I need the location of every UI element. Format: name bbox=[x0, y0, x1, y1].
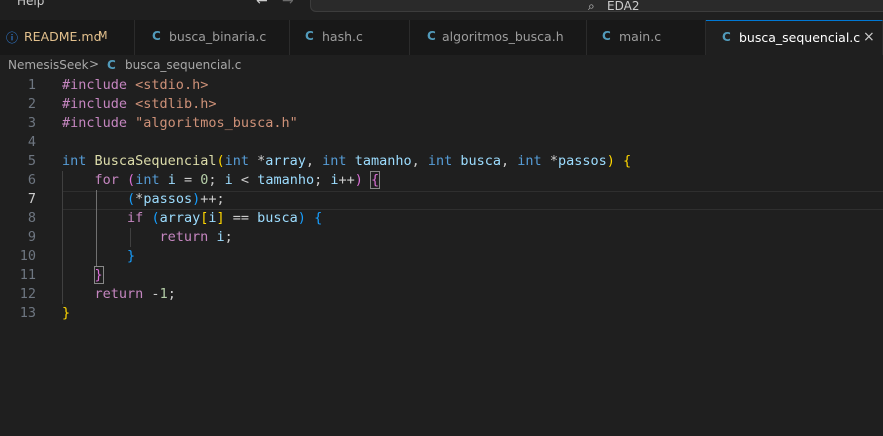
line-number: 7 bbox=[27, 191, 36, 207]
code-text: (*passos)++; bbox=[127, 191, 225, 207]
code-line-2: 2 #include <stdlib.h> bbox=[0, 95, 883, 114]
code-line-7: 7 (*passos)++; bbox=[0, 190, 883, 209]
code-text: int BuscaSequencial(int *array, int tama… bbox=[62, 153, 632, 169]
line-number: 9 bbox=[27, 229, 36, 245]
tab-label: hash.c bbox=[322, 29, 363, 44]
code-text: #include "algoritmos_busca.h" bbox=[62, 115, 298, 131]
line-number: 12 bbox=[19, 286, 36, 302]
command-center[interactable]: ⌕ EDA2 bbox=[310, 0, 883, 13]
tab-hash[interactable]: C hash.c bbox=[290, 20, 410, 55]
c-file-icon: C bbox=[427, 29, 436, 43]
code-line-6: 6 for (int i = 0; i < tamanho; i++) { bbox=[0, 171, 883, 190]
menu-help[interactable]: Help bbox=[17, 0, 44, 8]
info-icon: ⓘ bbox=[6, 31, 19, 45]
code-line-5: 5 int BuscaSequencial(int *array, int ta… bbox=[0, 152, 883, 171]
tab-label: algoritmos_busca.h bbox=[442, 29, 564, 44]
tab-algoritmos-busca[interactable]: C algoritmos_busca.h bbox=[410, 20, 587, 55]
line-number: 3 bbox=[27, 115, 36, 131]
tab-busca-sequencial[interactable]: C busca_sequencial.c × bbox=[706, 20, 883, 55]
tab-label: busca_sequencial.c bbox=[739, 30, 861, 45]
code-text: } bbox=[93, 266, 104, 284]
code-line-4: 4 bbox=[0, 133, 883, 152]
breadcrumb-file[interactable]: busca_sequencial.c bbox=[125, 58, 241, 72]
code-line-1: 1 #include <stdio.h> bbox=[0, 76, 883, 95]
code-text: if (array[i] == busca) { bbox=[127, 210, 323, 226]
code-line-12: 12 return -1; bbox=[0, 285, 883, 304]
tab-readme[interactable]: ⓘ README.md M bbox=[0, 20, 135, 55]
code-line-9: 9 return i; bbox=[0, 228, 883, 247]
tab-busca-binaria[interactable]: C busca_binaria.c bbox=[135, 20, 290, 55]
close-icon[interactable]: × bbox=[863, 29, 875, 45]
line-number: 6 bbox=[27, 172, 36, 188]
line-number: 1 bbox=[27, 77, 36, 93]
line-number: 11 bbox=[19, 267, 36, 283]
c-file-icon: C bbox=[152, 29, 161, 43]
breadcrumb-folder[interactable]: NemesisSeek bbox=[8, 58, 89, 72]
tab-label: busca_binaria.c bbox=[169, 29, 267, 44]
code-text: } bbox=[62, 305, 71, 321]
line-number: 13 bbox=[19, 305, 36, 321]
line-number: 10 bbox=[19, 248, 36, 264]
back-arrow-icon[interactable]: ← bbox=[256, 0, 268, 9]
line-number: 8 bbox=[27, 210, 36, 226]
forward-arrow-icon[interactable]: → bbox=[282, 0, 294, 9]
breadcrumb: NemesisSeek > C busca_sequencial.c bbox=[0, 55, 883, 77]
breadcrumb-separator: > bbox=[89, 57, 100, 71]
editor-tab-bar: ⓘ README.md M C busca_binaria.c C hash.c… bbox=[0, 20, 883, 55]
c-file-icon: C bbox=[107, 58, 116, 72]
tab-main[interactable]: C main.c bbox=[587, 20, 706, 55]
code-text: #include <stdlib.h> bbox=[62, 96, 217, 112]
code-line-10: 10 } bbox=[0, 247, 883, 266]
line-number: 2 bbox=[27, 96, 36, 112]
code-line-11: 11 } bbox=[0, 266, 883, 285]
code-line-3: 3 #include "algoritmos_busca.h" bbox=[0, 114, 883, 133]
search-icon: ⌕ bbox=[588, 0, 595, 13]
c-file-icon: C bbox=[602, 29, 611, 43]
c-file-icon: C bbox=[722, 30, 731, 44]
code-editor[interactable]: 1 #include <stdio.h> 2 #include <stdlib.… bbox=[0, 76, 883, 436]
c-file-icon: C bbox=[305, 29, 314, 43]
line-number: 4 bbox=[27, 134, 36, 150]
line-number: 5 bbox=[27, 153, 36, 169]
tab-label: main.c bbox=[619, 29, 662, 44]
code-text: #include <stdio.h> bbox=[62, 77, 209, 93]
command-center-label: EDA2 bbox=[607, 0, 640, 13]
code-text: return -1; bbox=[94, 286, 176, 302]
code-line-13: 13 } bbox=[0, 304, 883, 323]
code-text: } bbox=[127, 248, 136, 264]
modified-indicator: M bbox=[98, 29, 108, 42]
code-text: for (int i = 0; i < tamanho; i++) { bbox=[94, 171, 381, 189]
code-text: return i; bbox=[159, 229, 233, 245]
code-line-8: 8 if (array[i] == busca) { bbox=[0, 209, 883, 228]
title-bar: Help ← → ⌕ EDA2 bbox=[0, 0, 883, 20]
tab-label: README.md bbox=[24, 29, 102, 44]
